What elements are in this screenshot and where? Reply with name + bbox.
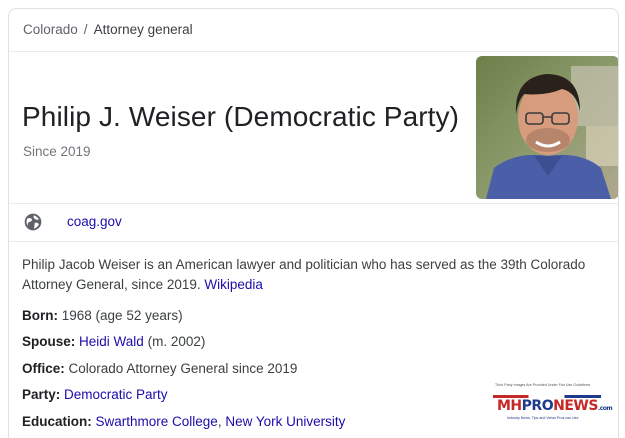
fact-value: 1968 (age 52 years) (61, 308, 183, 323)
breadcrumb: Colorado / Attorney general (23, 22, 193, 37)
profile-photo[interactable] (476, 56, 618, 199)
party-link[interactable]: Democratic Party (64, 387, 168, 402)
watermark-disclaimer: Third Party Images Are Provided Under Fa… (495, 383, 591, 387)
website-link[interactable]: coag.gov (67, 214, 122, 229)
fact-label: Spouse: (22, 334, 76, 349)
globe-icon (24, 213, 42, 231)
fact-label: Born: (22, 308, 58, 323)
fact-spouse: Spouse: Heidi Wald (m. 2002) (22, 334, 205, 349)
divider (9, 51, 618, 52)
fact-education: Education: Swarthmore College, New York … (22, 414, 345, 429)
portrait-image (476, 56, 618, 199)
brand-pro: PRO (521, 398, 554, 414)
breadcrumb-separator: / (83, 22, 88, 37)
brand-news: NEWS (553, 398, 598, 414)
watermark-tagline: Industry News, Tips and Views Pros can U… (507, 416, 579, 420)
wikipedia-link[interactable]: Wikipedia (204, 277, 263, 292)
knowledge-panel: Colorado / Attorney general Philip J. Weis… (8, 8, 619, 438)
fact-value: Colorado Attorney General since 2019 (68, 361, 298, 376)
divider (9, 241, 618, 242)
fact-value: (m. 2002) (147, 334, 206, 349)
fact-born: Born: 1968 (age 52 years) (22, 308, 183, 323)
description-text: Philip Jacob Weiser is an American lawye… (22, 257, 586, 292)
page-subtitle: Since 2019 (23, 144, 91, 159)
divider (9, 203, 618, 204)
education-link[interactable]: New York University (225, 414, 345, 429)
brand-mh: MH (497, 398, 522, 414)
fact-label: Office: (22, 361, 65, 376)
fact-party: Party: Democratic Party (22, 387, 168, 402)
page-title: Philip J. Weiser (Democratic Party) (22, 101, 460, 132)
watermark-logo: Third Party Images Are Provided Under Fa… (485, 383, 613, 435)
breadcrumb-current[interactable]: Attorney general (94, 22, 193, 37)
brand-com: .com (597, 405, 613, 412)
fact-label: Party: (22, 387, 61, 402)
fact-office: Office: Colorado Attorney General since … (22, 361, 297, 376)
fact-label: Education: (22, 414, 92, 429)
breadcrumb-parent[interactable]: Colorado (23, 22, 78, 37)
description: Philip Jacob Weiser is an American lawye… (22, 255, 602, 295)
watermark-brand: MHPRONEWS.com (497, 398, 613, 416)
education-link[interactable]: Swarthmore College (96, 414, 218, 429)
spouse-link[interactable]: Heidi Wald (79, 334, 144, 349)
